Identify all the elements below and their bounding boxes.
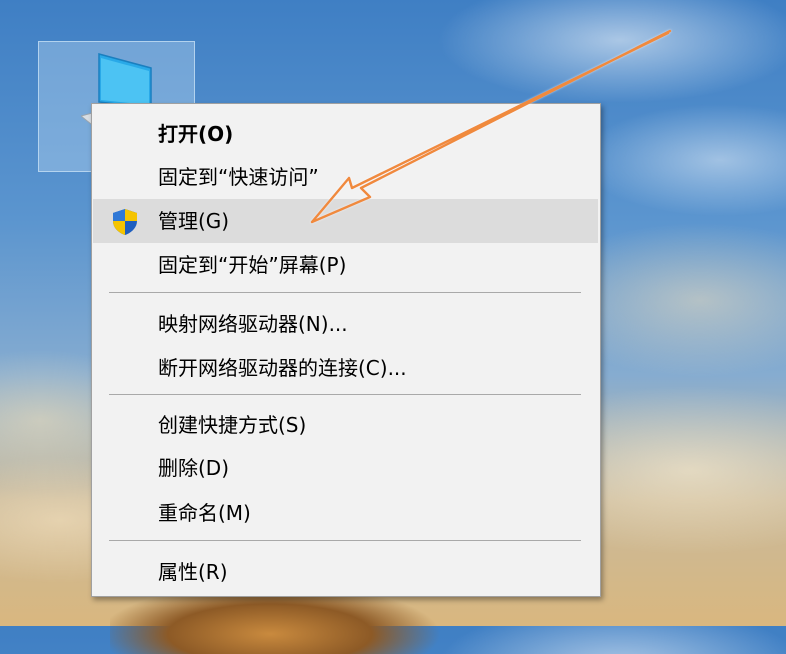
annotation-arrow (310, 29, 672, 224)
